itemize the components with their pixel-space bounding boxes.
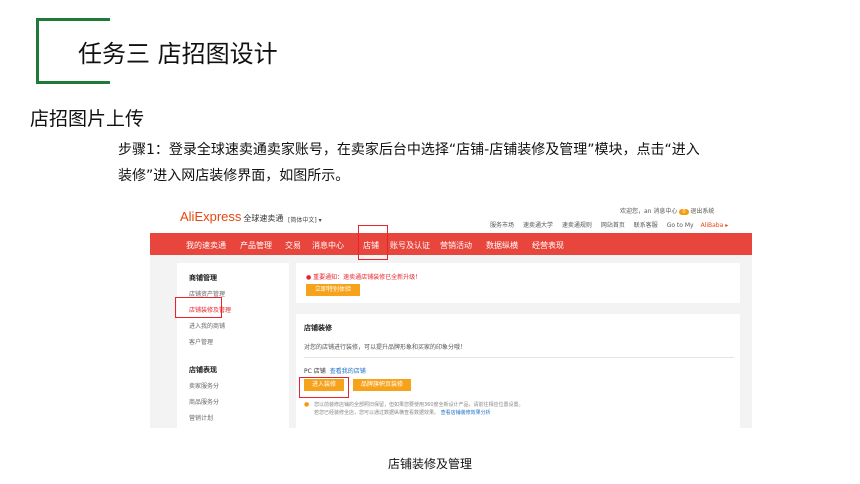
title-frame-bottom xyxy=(36,81,110,84)
slide-title: 任务三 店招图设计 xyxy=(78,40,278,68)
sidebar: 商铺管理 ⊖ 店铺资产管理 店铺装修及管理 进入我的商铺 客户管理 店铺表现 ⊖… xyxy=(177,263,305,428)
nav-item-messages[interactable]: 消息中心 xyxy=(312,240,344,251)
section-heading: 店招图片上传 xyxy=(30,108,145,130)
decor-title: 店铺装修 xyxy=(304,324,332,332)
sidebar-item-goods-score[interactable]: 商品服务分 xyxy=(189,397,219,406)
notice-text: ● 重要通知：速卖通店铺装修已全新升级！ xyxy=(306,274,422,281)
pc-store-row: PC 店铺 查看我的店铺 xyxy=(304,366,366,375)
notice-button[interactable]: 立即特别体验 xyxy=(306,284,360,296)
sidebar-item-enter-store[interactable]: 进入我的商铺 xyxy=(189,321,225,330)
nav-item-orders[interactable]: 交易 xyxy=(285,240,301,251)
user-line: 欢迎您，an 消息中心 0 退出系统 xyxy=(620,206,714,215)
top-link[interactable]: Go to My xyxy=(667,222,694,229)
divider xyxy=(304,357,734,358)
nav-item-account[interactable]: 账号及认证 xyxy=(390,240,430,251)
screenshot-nav: 我的速卖通 产品管理 交易 消息中心 店铺 账号及认证 营销活动 数据纵横 经营… xyxy=(150,233,752,255)
screenshot-header: AliExpress 全球速卖通 [简体中文] ▾ 欢迎您，an 消息中心 0 退… xyxy=(150,203,752,233)
tip-icon: ● xyxy=(304,401,310,408)
language-select[interactable]: [简体中文] ▾ xyxy=(288,215,322,224)
decor-panel: 店铺装修 对您的店铺进行装修，可以提升品牌形象和买家的印象分哦！ PC 店铺 查看… xyxy=(296,314,740,428)
top-link[interactable]: 服务市场 xyxy=(490,222,514,229)
view-store-link[interactable]: 查看我的店铺 xyxy=(330,368,366,375)
title-frame-top xyxy=(36,18,110,21)
step-line-1: 步骤1：登录全球速卖通卖家账号，在卖家后台中选择“店铺-店铺装修及管理”模块，点… xyxy=(118,142,700,158)
logo-cn: 全球速卖通 xyxy=(243,214,284,223)
nav-item-my[interactable]: 我的速卖通 xyxy=(186,240,226,251)
step-line-2: 装修”进入网店装修界面，如图所示。 xyxy=(118,168,350,184)
message-count-badge: 0 xyxy=(679,209,689,215)
enter-decor-highlight xyxy=(299,377,349,398)
nav-item-data[interactable]: 数据纵横 xyxy=(486,240,518,251)
logout-link[interactable]: 退出系统 xyxy=(690,208,714,215)
tip-text: 您以前装修店铺的全部照旧保留，但如果您要使用360度全新设计产品，请前往相应位置… xyxy=(314,401,524,417)
tip-line-2: 若您已经装修全店，您可以通过数据纵横查看数据效果。 查看店铺装修效果分析 xyxy=(314,410,491,416)
logo-text: AliExpress xyxy=(180,209,242,224)
aliexpress-logo: AliExpress 全球速卖通 xyxy=(180,209,283,224)
sidebar-decor-highlight xyxy=(175,297,222,318)
store-nav-highlight xyxy=(358,225,388,260)
decor-desc: 对您的店铺进行装修，可以提升品牌形象和买家的印象分哦！ xyxy=(304,344,467,351)
sidebar-item-customers[interactable]: 客户管理 xyxy=(189,337,213,346)
top-link[interactable]: 速卖通大学 xyxy=(523,222,553,229)
sidebar-item-seller-score[interactable]: 卖家服务分 xyxy=(189,381,219,390)
bulb-icon: ● xyxy=(306,274,312,281)
alibaba-link[interactable]: AliBaba ▸ xyxy=(701,222,729,229)
top-link[interactable]: 网站首页 xyxy=(601,222,625,229)
top-link[interactable]: 速卖通规则 xyxy=(562,222,592,229)
title-frame-left xyxy=(36,18,39,84)
notice-panel: ● 重要通知：速卖通店铺装修已全新升级！ 立即特别体验 xyxy=(296,263,740,303)
tip-line-1: 您以前装修店铺的全部照旧保留，但如果您要使用360度全新设计产品，请前往相应位置… xyxy=(314,402,524,408)
sidebar-group-performance: 店铺表现 xyxy=(189,366,217,374)
tip-link[interactable]: 查看店铺装修效果分析 xyxy=(441,410,491,416)
step-paragraph: 步骤1：登录全球速卖通卖家账号，在卖家后台中选择“店铺-店铺装修及管理”模块，点… xyxy=(118,137,788,189)
sidebar-item-plan[interactable]: 营销计划 xyxy=(189,413,213,422)
brand-page-button[interactable]: 品牌旗帜页装修 xyxy=(353,379,411,391)
top-link[interactable]: 联系客服 xyxy=(634,222,658,229)
nav-item-products[interactable]: 产品管理 xyxy=(240,240,272,251)
nav-item-marketing[interactable]: 营销活动 xyxy=(440,240,472,251)
pc-label: PC 店铺 xyxy=(304,368,326,375)
welcome-text: 欢迎您，an 消息中心 xyxy=(620,208,678,215)
embedded-screenshot: AliExpress 全球速卖通 [简体中文] ▾ 欢迎您，an 消息中心 0 退… xyxy=(150,203,752,428)
sidebar-group-store: 商铺管理 xyxy=(189,274,217,282)
figure-caption: 店铺装修及管理 xyxy=(387,457,472,471)
nav-item-performance[interactable]: 经营表现 xyxy=(532,240,564,251)
top-links: 服务市场 速卖通大学 速卖通规则 网站首页 联系客服 Go to My AliBa… xyxy=(490,220,735,229)
